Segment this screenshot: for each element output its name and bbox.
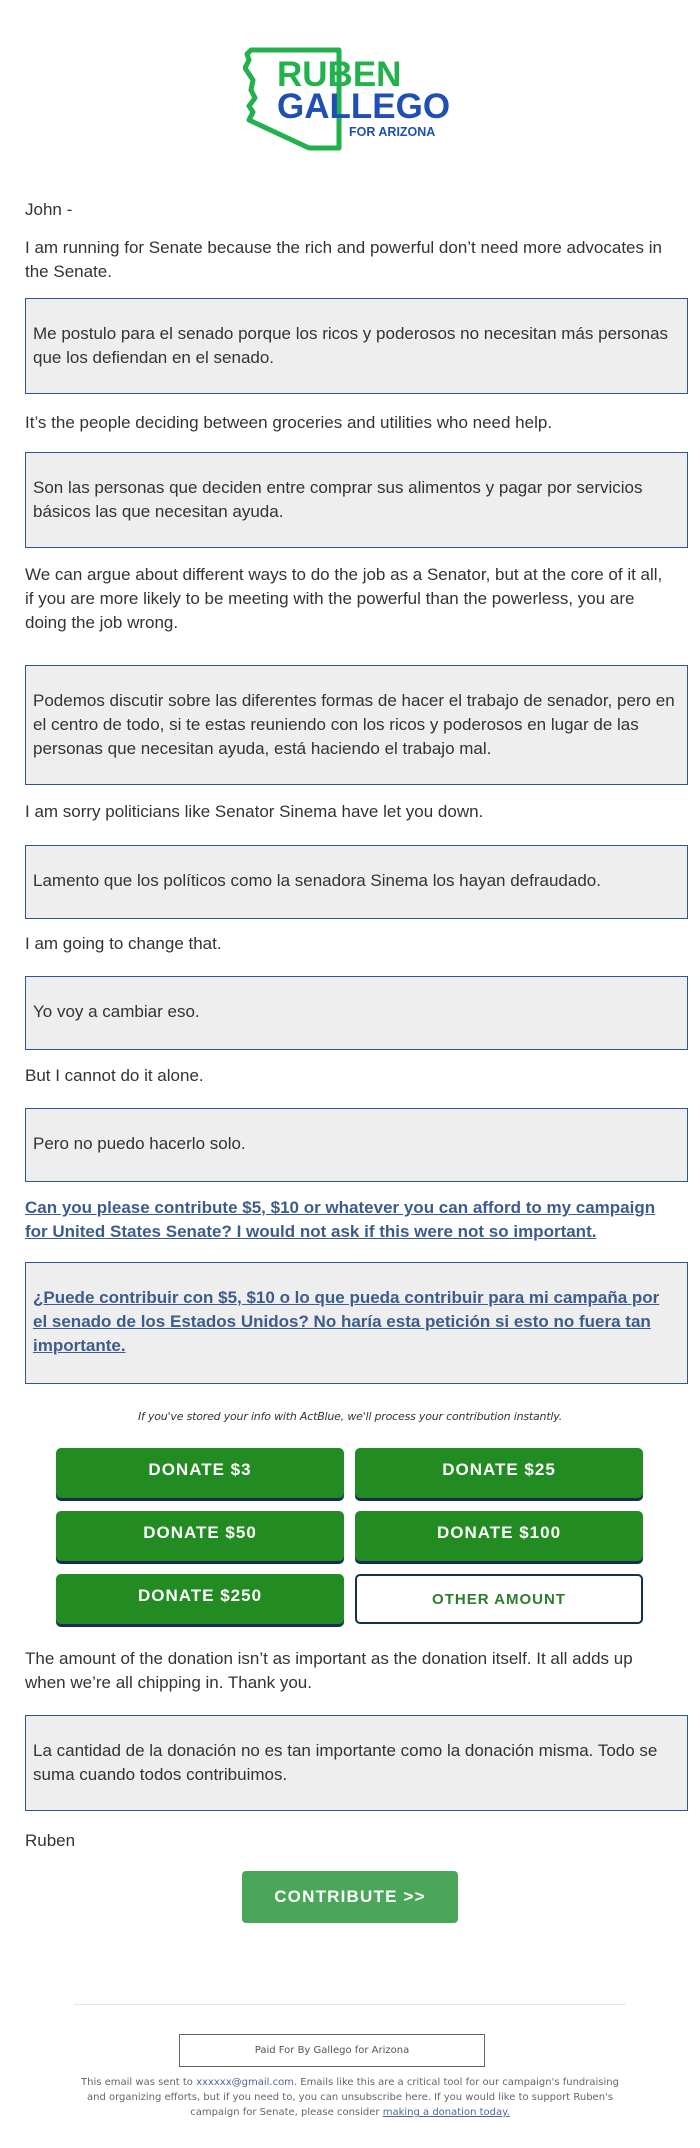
closing-es: La cantidad de la donación no es tan imp… [33, 1741, 658, 1784]
paid-for-disclaimer: Paid For By Gallego for Arizona [179, 2034, 485, 2067]
paragraph-en: I am sorry politicians like Senator Sine… [25, 802, 484, 821]
ask-en: Can you please contribute $5, $10 or wha… [25, 1196, 675, 1244]
paragraph-es: Podemos discutir sobre las diferentes fo… [33, 691, 675, 758]
translation-box: Podemos discutir sobre las diferentes fo… [25, 665, 688, 785]
contribute-button[interactable]: CONTRIBUTE >> [242, 1871, 458, 1923]
translation-box: La cantidad de la donación no es tan imp… [25, 1715, 688, 1811]
ask-link-es[interactable]: ¿Puede contribuir con $5, $10 o lo que p… [33, 1288, 659, 1355]
paragraph-en: I am running for Senate because the rich… [25, 238, 662, 281]
recipient-email: xxxxxx@gmail.com [196, 2077, 294, 2088]
arizona-outline-icon: RUBEN GALLEGO FOR ARIZONA [242, 47, 450, 151]
paragraph-es: Yo voy a cambiar eso. [33, 1002, 200, 1021]
logo-line-for-arizona: FOR ARIZONA [349, 125, 435, 139]
ask-es: ¿Puede contribuir con $5, $10 o lo que p… [33, 1286, 677, 1358]
footer-divider [74, 2004, 626, 2005]
paragraph-en: We can argue about different ways to do … [25, 565, 663, 632]
footer-text-before-email: This email was sent to [81, 2077, 197, 2088]
donate-100-button[interactable]: DONATE $100 [355, 1511, 643, 1561]
translation-box: ¿Puede contribuir con $5, $10 o lo que p… [25, 1262, 688, 1384]
paragraph-es: Son las personas que deciden entre compr… [33, 478, 643, 521]
paragraph-en: It’s the people deciding between groceri… [25, 413, 553, 432]
paragraph-es: Pero no puedo hacerlo solo. [33, 1134, 246, 1153]
donate-50-button[interactable]: DONATE $50 [56, 1511, 344, 1561]
actblue-note: If you've stored your info with ActBlue,… [137, 1410, 563, 1423]
paragraph-es: Me postulo para el senado porque los ric… [33, 324, 669, 367]
closing-en: The amount of the donation isn’t as impo… [25, 1649, 633, 1692]
translation-box: Lamento que los políticos como la senado… [25, 845, 688, 919]
translation-box: Son las personas que deciden entre compr… [25, 452, 688, 548]
donation-link[interactable]: making a donation today. [383, 2107, 510, 2118]
greeting: John - [25, 200, 73, 219]
donate-250-button[interactable]: DONATE $250 [56, 1574, 344, 1624]
donate-3-button[interactable]: DONATE $3 [56, 1448, 344, 1498]
footer-text: This email was sent to xxxxxx@gmail.com.… [74, 2075, 626, 2120]
donate-25-button[interactable]: DONATE $25 [355, 1448, 643, 1498]
translation-box: Pero no puedo hacerlo solo. [25, 1108, 688, 1182]
translation-box: Me postulo para el senado porque los ric… [25, 298, 688, 394]
translation-box: Yo voy a cambiar eso. [25, 976, 688, 1050]
campaign-logo[interactable]: RUBEN GALLEGO FOR ARIZONA [242, 46, 455, 152]
logo-line-gallego: GALLEGO [277, 87, 450, 126]
paragraph-es: Lamento que los políticos como la senado… [33, 871, 601, 890]
paragraph-en: I am going to change that. [25, 934, 222, 953]
signature: Ruben [25, 1831, 76, 1850]
paragraph-en: But I cannot do it alone. [25, 1066, 204, 1085]
ask-link-en[interactable]: Can you please contribute $5, $10 or wha… [25, 1198, 655, 1241]
other-amount-button[interactable]: OTHER AMOUNT [355, 1574, 643, 1624]
